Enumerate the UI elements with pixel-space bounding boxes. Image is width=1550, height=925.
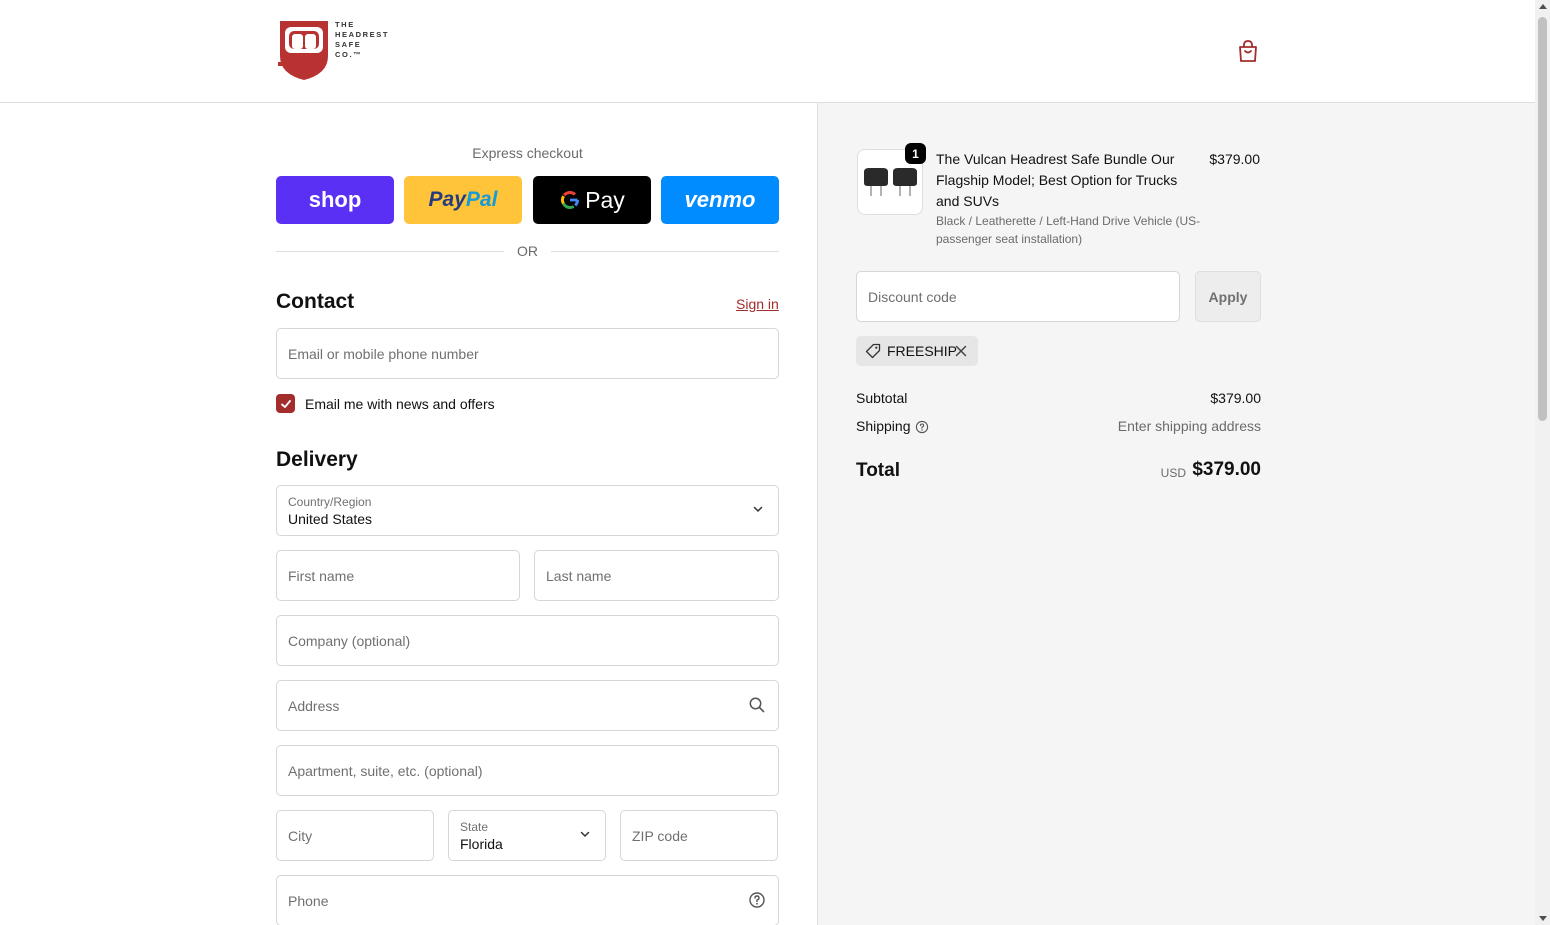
paypal-label-pay: Pay <box>428 188 466 211</box>
checkmark-icon <box>280 399 291 408</box>
sign-in-link[interactable]: Sign in <box>736 296 779 312</box>
paypal-button[interactable]: Pay Pal <box>404 176 522 224</box>
company-placeholder: Company (optional) <box>288 633 411 649</box>
checkout-form: Express checkout shop Pay Pal Pay venmo O… <box>0 103 817 925</box>
newsletter-label: Email me with news and offers <box>305 396 495 412</box>
paypal-label-pal: Pal <box>465 188 498 211</box>
country-select[interactable]: Country/Region United States <box>276 485 779 536</box>
apply-discount-button[interactable]: Apply <box>1195 271 1261 322</box>
scrollbar-thumb[interactable] <box>1538 17 1547 421</box>
tag-icon <box>865 343 881 359</box>
chevron-down-icon <box>580 831 590 838</box>
brand-wordmark: THE HEADREST SAFE CO.™ <box>335 20 390 59</box>
express-checkout-label: Express checkout <box>472 145 583 161</box>
google-pay-label: Pay <box>585 186 625 213</box>
shield-logo-icon <box>278 21 328 80</box>
chevron-down-icon <box>753 506 763 513</box>
quantity-badge: 1 <box>905 143 926 164</box>
delivery-heading: Delivery <box>276 448 358 471</box>
brand-logo[interactable]: THE HEADREST SAFE CO.™ <box>276 18 406 84</box>
contact-heading: Contact <box>276 290 355 313</box>
subtotal-label: Subtotal <box>856 390 908 406</box>
discount-placeholder: Discount code <box>868 289 957 305</box>
discount-code-label: FREESHIP <box>887 343 958 359</box>
divider-line <box>551 251 779 252</box>
city-placeholder: City <box>288 828 313 844</box>
state-label: State <box>460 820 489 834</box>
country-value: United States <box>288 511 373 527</box>
or-divider: OR <box>276 243 779 261</box>
email-placeholder: Email or mobile phone number <box>288 346 479 362</box>
scroll-up-arrow-icon[interactable] <box>1539 4 1547 9</box>
shipping-row: Shipping Enter shipping address <box>856 418 1261 438</box>
subtotal-row: Subtotal $379.00 <box>856 390 1261 410</box>
total-value: $379.00 <box>1192 459 1261 480</box>
city-field[interactable]: City <box>276 810 434 861</box>
email-field[interactable]: Email or mobile phone number <box>276 328 779 379</box>
total-currency: USD <box>1160 466 1186 480</box>
scroll-down-arrow-icon[interactable] <box>1539 916 1547 921</box>
venmo-button[interactable]: venmo <box>661 176 779 224</box>
phone-field[interactable]: Phone <box>276 875 779 925</box>
state-select[interactable]: State Florida <box>448 810 606 861</box>
help-circle-icon[interactable] <box>748 891 766 909</box>
total-label: Total <box>856 460 900 481</box>
help-circle-icon[interactable] <box>915 420 929 434</box>
discount-code-field[interactable]: Discount code <box>856 271 1180 322</box>
company-field[interactable]: Company (optional) <box>276 615 779 666</box>
shipping-value: Enter shipping address <box>1117 418 1261 434</box>
shipping-label: Shipping <box>856 418 911 434</box>
remove-discount-icon[interactable] <box>953 343 969 359</box>
header: THE HEADREST SAFE CO.™ <box>0 0 1535 103</box>
zip-field[interactable]: ZIP code <box>620 810 778 861</box>
total-row: Total USD $379.00 <box>856 458 1261 486</box>
applied-discount-chip: FREESHIP <box>856 336 978 366</box>
phone-placeholder: Phone <box>288 893 329 909</box>
google-g-icon <box>561 191 580 209</box>
shop-pay-label: shop <box>308 187 362 212</box>
search-icon <box>749 697 765 713</box>
zip-placeholder: ZIP code <box>632 828 688 844</box>
address-field[interactable]: Address <box>276 680 779 731</box>
google-pay-button[interactable]: Pay <box>533 176 651 224</box>
first-name-placeholder: First name <box>288 568 355 584</box>
shopping-bag-icon <box>1239 40 1257 62</box>
subtotal-value: $379.00 <box>1210 390 1261 406</box>
order-summary: 1 The Vulcan Headrest Safe Bundle Our Fl… <box>817 103 1535 925</box>
newsletter-checkbox[interactable] <box>276 394 295 413</box>
page-scrollbar[interactable] <box>1535 0 1550 925</box>
state-value: Florida <box>460 836 503 852</box>
apartment-placeholder: Apartment, suite, etc. (optional) <box>288 763 483 779</box>
product-title: The Vulcan Headrest Safe Bundle Our Flag… <box>936 151 1178 209</box>
first-name-field[interactable]: First name <box>276 550 520 601</box>
last-name-placeholder: Last name <box>546 568 612 584</box>
product-price: $379.00 <box>1209 151 1260 167</box>
venmo-label: venmo <box>684 187 756 212</box>
country-label: Country/Region <box>288 495 372 509</box>
apartment-field[interactable]: Apartment, suite, etc. (optional) <box>276 745 779 796</box>
shop-pay-button[interactable]: shop <box>276 176 394 224</box>
last-name-field[interactable]: Last name <box>534 550 779 601</box>
cart-button[interactable] <box>1235 38 1261 64</box>
address-placeholder: Address <box>288 698 340 714</box>
product-variant: Black / Leatherette / Left-Hand Drive Ve… <box>936 214 1201 246</box>
